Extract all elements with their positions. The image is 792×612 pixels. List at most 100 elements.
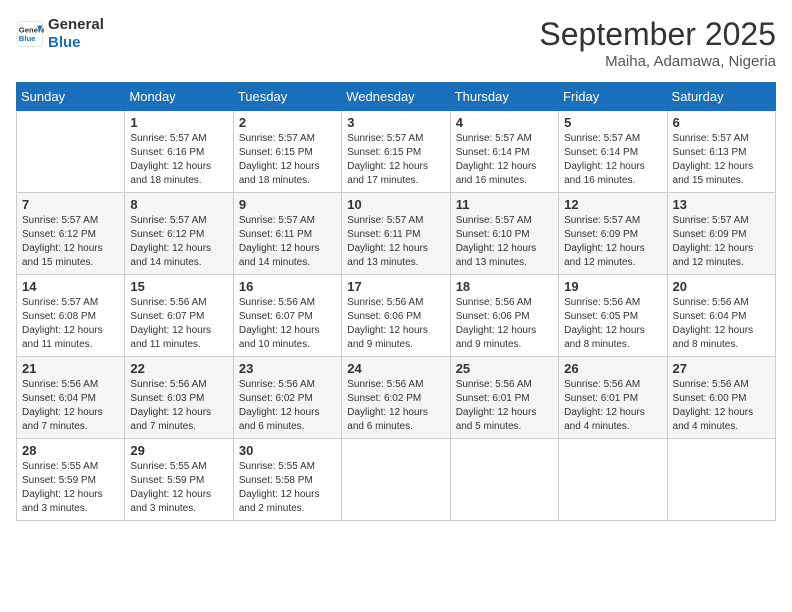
day-info: Sunrise: 5:56 AM Sunset: 6:05 PM Dayligh… — [564, 296, 661, 352]
day-number: 1 — [130, 115, 227, 130]
day-info: Sunrise: 5:56 AM Sunset: 6:01 PM Dayligh… — [456, 378, 553, 434]
day-info: Sunrise: 5:56 AM Sunset: 6:06 PM Dayligh… — [347, 296, 444, 352]
day-number: 27 — [673, 361, 770, 376]
calendar-cell: 9 Sunrise: 5:57 AM Sunset: 6:11 PM Daylig… — [233, 193, 341, 275]
day-number: 17 — [347, 279, 444, 294]
day-number: 10 — [347, 197, 444, 212]
calendar-cell — [17, 111, 125, 193]
day-info: Sunrise: 5:57 AM Sunset: 6:12 PM Dayligh… — [22, 214, 119, 270]
day-info: Sunrise: 5:55 AM Sunset: 5:59 PM Dayligh… — [130, 460, 227, 516]
calendar-cell: 5 Sunrise: 5:57 AM Sunset: 6:14 PM Daylig… — [559, 111, 667, 193]
calendar-cell: 14Sunrise: 5:57 AM Sunset: 6:08 PM Dayli… — [17, 275, 125, 357]
day-number: 6 — [673, 115, 770, 130]
day-info: Sunrise: 5:56 AM Sunset: 6:07 PM Dayligh… — [130, 296, 227, 352]
calendar-week-row: 7 Sunrise: 5:57 AM Sunset: 6:12 PM Daylig… — [17, 193, 776, 275]
column-header-wednesday: Wednesday — [342, 83, 450, 111]
column-header-monday: Monday — [125, 83, 233, 111]
day-info: Sunrise: 5:57 AM Sunset: 6:08 PM Dayligh… — [22, 296, 119, 352]
day-number: 2 — [239, 115, 336, 130]
day-number: 28 — [22, 443, 119, 458]
day-info: Sunrise: 5:56 AM Sunset: 6:02 PM Dayligh… — [239, 378, 336, 434]
day-number: 12 — [564, 197, 661, 212]
column-header-friday: Friday — [559, 83, 667, 111]
day-number: 4 — [456, 115, 553, 130]
calendar-cell: 10 Sunrise: 5:57 AM Sunset: 6:11 PM Dayli… — [342, 193, 450, 275]
column-header-saturday: Saturday — [667, 83, 775, 111]
calendar-cell: 2 Sunrise: 5:57 AM Sunset: 6:15 PM Daylig… — [233, 111, 341, 193]
calendar-cell: 18 Sunrise: 5:56 AM Sunset: 6:06 PM Dayli… — [450, 275, 558, 357]
day-info: Sunrise: 5:55 AM Sunset: 5:59 PM Dayligh… — [22, 460, 119, 516]
day-info: Sunrise: 5:57 AM Sunset: 6:11 PM Dayligh… — [347, 214, 444, 270]
day-info: Sunrise: 5:57 AM Sunset: 6:12 PM Dayligh… — [130, 214, 227, 270]
calendar-cell: 11 Sunrise: 5:57 AM Sunset: 6:10 PM Dayli… — [450, 193, 558, 275]
calendar-cell: 19Sunrise: 5:56 AM Sunset: 6:05 PM Dayli… — [559, 275, 667, 357]
calendar-cell: 6Sunrise: 5:57 AM Sunset: 6:13 PM Daylig… — [667, 111, 775, 193]
day-info: Sunrise: 5:57 AM Sunset: 6:15 PM Dayligh… — [239, 132, 336, 188]
day-info: Sunrise: 5:56 AM Sunset: 6:03 PM Dayligh… — [130, 378, 227, 434]
day-info: Sunrise: 5:56 AM Sunset: 6:04 PM Dayligh… — [22, 378, 119, 434]
day-number: 26 — [564, 361, 661, 376]
day-info: Sunrise: 5:56 AM Sunset: 6:02 PM Dayligh… — [347, 378, 444, 434]
calendar-cell: 26 Sunrise: 5:56 AM Sunset: 6:01 PM Dayli… — [559, 357, 667, 439]
day-info: Sunrise: 5:56 AM Sunset: 6:04 PM Dayligh… — [673, 296, 770, 352]
day-number: 8 — [130, 197, 227, 212]
calendar-week-row: 1 Sunrise: 5:57 AM Sunset: 6:16 PM Daylig… — [17, 111, 776, 193]
day-number: 23 — [239, 361, 336, 376]
calendar-cell: 28 Sunrise: 5:55 AM Sunset: 5:59 PM Dayli… — [17, 439, 125, 521]
day-number: 18 — [456, 279, 553, 294]
day-number: 5 — [564, 115, 661, 130]
calendar-cell: 17 Sunrise: 5:56 AM Sunset: 6:06 PM Dayli… — [342, 275, 450, 357]
logo: General Blue General Blue — [16, 16, 104, 52]
calendar-cell: 20 Sunrise: 5:56 AM Sunset: 6:04 PM Dayli… — [667, 275, 775, 357]
day-number: 11 — [456, 197, 553, 212]
day-number: 24 — [347, 361, 444, 376]
logo-text-general: General — [48, 16, 104, 34]
column-header-thursday: Thursday — [450, 83, 558, 111]
svg-text:Blue: Blue — [19, 34, 36, 43]
day-number: 30 — [239, 443, 336, 458]
day-number: 21 — [22, 361, 119, 376]
day-info: Sunrise: 5:56 AM Sunset: 6:01 PM Dayligh… — [564, 378, 661, 434]
calendar-header-row: SundayMondayTuesdayWednesdayThursdayFrid… — [17, 83, 776, 111]
location: Maiha, Adamawa, Nigeria — [539, 53, 776, 70]
calendar-cell: 27 Sunrise: 5:56 AM Sunset: 6:00 PM Dayli… — [667, 357, 775, 439]
day-number: 25 — [456, 361, 553, 376]
day-info: Sunrise: 5:56 AM Sunset: 6:06 PM Dayligh… — [456, 296, 553, 352]
day-number: 15 — [130, 279, 227, 294]
calendar-cell: 22 Sunrise: 5:56 AM Sunset: 6:03 PM Dayli… — [125, 357, 233, 439]
day-info: Sunrise: 5:57 AM Sunset: 6:10 PM Dayligh… — [456, 214, 553, 270]
calendar-week-row: 28 Sunrise: 5:55 AM Sunset: 5:59 PM Dayli… — [17, 439, 776, 521]
day-number: 7 — [22, 197, 119, 212]
calendar-cell — [450, 439, 558, 521]
calendar-cell: 25 Sunrise: 5:56 AM Sunset: 6:01 PM Dayli… — [450, 357, 558, 439]
calendar-cell — [559, 439, 667, 521]
calendar-cell: 4 Sunrise: 5:57 AM Sunset: 6:14 PM Daylig… — [450, 111, 558, 193]
calendar-cell: 16Sunrise: 5:56 AM Sunset: 6:07 PM Dayli… — [233, 275, 341, 357]
calendar-cell: 24 Sunrise: 5:56 AM Sunset: 6:02 PM Dayli… — [342, 357, 450, 439]
day-number: 29 — [130, 443, 227, 458]
day-number: 20 — [673, 279, 770, 294]
day-info: Sunrise: 5:55 AM Sunset: 5:58 PM Dayligh… — [239, 460, 336, 516]
calendar-cell: 12Sunrise: 5:57 AM Sunset: 6:09 PM Dayli… — [559, 193, 667, 275]
calendar-week-row: 14Sunrise: 5:57 AM Sunset: 6:08 PM Dayli… — [17, 275, 776, 357]
day-info: Sunrise: 5:57 AM Sunset: 6:14 PM Dayligh… — [456, 132, 553, 188]
calendar-table: SundayMondayTuesdayWednesdayThursdayFrid… — [16, 82, 776, 521]
calendar-cell: 8 Sunrise: 5:57 AM Sunset: 6:12 PM Daylig… — [125, 193, 233, 275]
day-number: 13 — [673, 197, 770, 212]
title-block: September 2025 Maiha, Adamawa, Nigeria — [539, 16, 776, 70]
day-info: Sunrise: 5:57 AM Sunset: 6:16 PM Dayligh… — [130, 132, 227, 188]
calendar-cell — [342, 439, 450, 521]
day-info: Sunrise: 5:56 AM Sunset: 6:07 PM Dayligh… — [239, 296, 336, 352]
calendar-cell — [667, 439, 775, 521]
day-info: Sunrise: 5:57 AM Sunset: 6:14 PM Dayligh… — [564, 132, 661, 188]
page-header: General Blue General Blue September 2025… — [16, 16, 776, 70]
day-info: Sunrise: 5:57 AM Sunset: 6:11 PM Dayligh… — [239, 214, 336, 270]
logo-icon: General Blue — [16, 20, 44, 48]
day-info: Sunrise: 5:56 AM Sunset: 6:00 PM Dayligh… — [673, 378, 770, 434]
calendar-week-row: 21 Sunrise: 5:56 AM Sunset: 6:04 PM Dayli… — [17, 357, 776, 439]
calendar-cell: 29 Sunrise: 5:55 AM Sunset: 5:59 PM Dayli… — [125, 439, 233, 521]
day-info: Sunrise: 5:57 AM Sunset: 6:09 PM Dayligh… — [673, 214, 770, 270]
day-number: 9 — [239, 197, 336, 212]
calendar-cell: 21 Sunrise: 5:56 AM Sunset: 6:04 PM Dayli… — [17, 357, 125, 439]
day-number: 22 — [130, 361, 227, 376]
